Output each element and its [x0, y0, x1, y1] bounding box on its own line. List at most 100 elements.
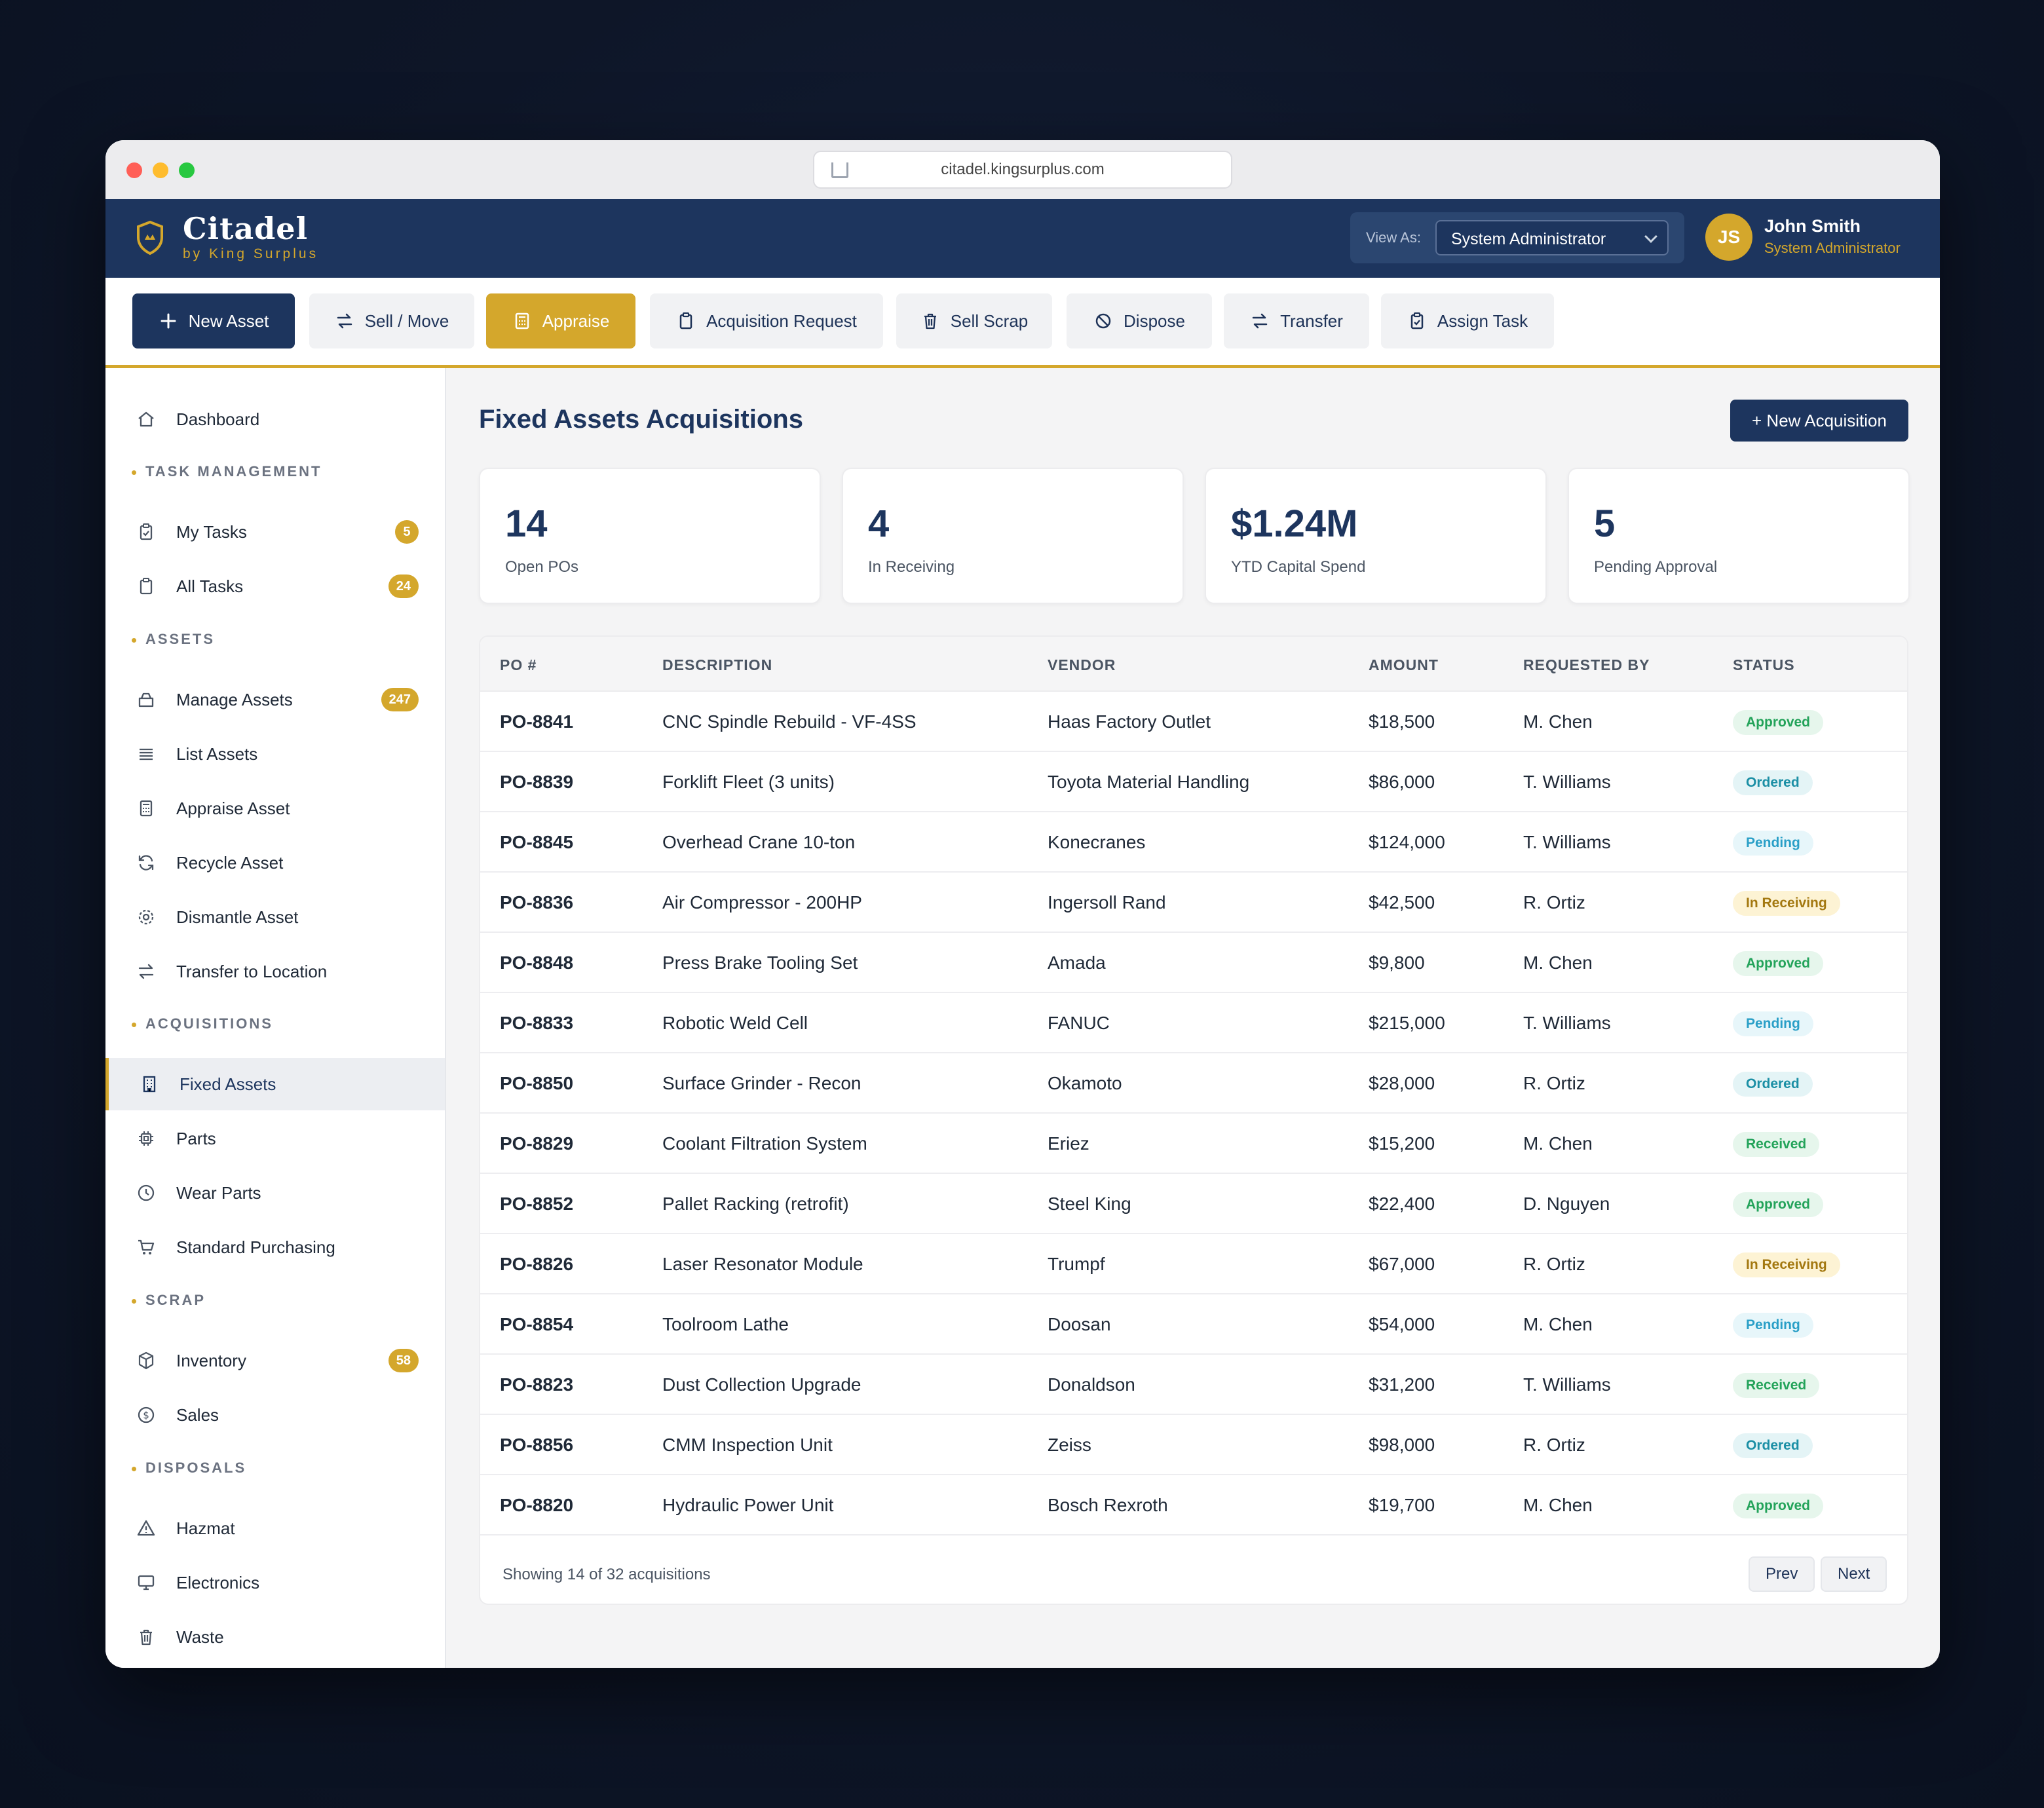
- sell-scrap-button[interactable]: Sell Scrap: [896, 293, 1052, 348]
- clipboard-icon: [140, 578, 153, 595]
- clipboard-check-icon: [140, 523, 153, 540]
- table-row[interactable]: PO-8823 Dust Collection Upgrade Donaldson $…: [480, 1355, 1907, 1415]
- sidebar-item-waste[interactable]: Waste: [105, 1611, 445, 1663]
- po-number[interactable]: PO-8820: [500, 1495, 573, 1516]
- view-as-label: View As:: [1366, 229, 1421, 246]
- po-number[interactable]: PO-8856: [500, 1435, 573, 1456]
- sidebar-item-electronics[interactable]: Electronics: [105, 1556, 445, 1609]
- sidebar-item-my-tasks[interactable]: My Tasks 5: [105, 506, 445, 558]
- po-number[interactable]: PO-8845: [500, 832, 573, 853]
- clock-icon: [138, 1184, 155, 1201]
- table-row[interactable]: PO-8833 Robotic Weld Cell FANUC $215,000 T. …: [480, 993, 1907, 1053]
- table-row[interactable]: PO-8848 Press Brake Tooling Set Amada $9,80…: [480, 933, 1907, 993]
- table-row[interactable]: PO-8829 Coolant Filtration System Eriez $15…: [480, 1114, 1907, 1174]
- table-row[interactable]: PO-8839 Forklift Fleet (3 units) Toyota Ma…: [480, 752, 1907, 812]
- ban-icon: [1095, 313, 1111, 329]
- sidebar-item-label: Fixed Assets: [180, 1074, 276, 1094]
- app-header: Citadel by King Surplus View As: System …: [105, 199, 1940, 278]
- brand-name[interactable]: Citadel: [183, 211, 308, 246]
- prev-page-button[interactable]: Prev: [1749, 1556, 1815, 1592]
- sidebar-item-standard-purchasing[interactable]: Standard Purchasing: [105, 1221, 445, 1273]
- sidebar-item-fixed-assets[interactable]: Fixed Assets: [105, 1058, 445, 1110]
- acquisition-request-button[interactable]: Acquisition Request: [650, 293, 883, 348]
- column-header-vendor[interactable]: VENDOR: [1048, 656, 1116, 674]
- assign-task-button[interactable]: Assign Task: [1381, 293, 1554, 348]
- sidebar-item-list-assets[interactable]: List Assets: [105, 728, 445, 780]
- table-row[interactable]: PO-8854 Toolroom Lathe Doosan $54,000 M. Che…: [480, 1294, 1907, 1355]
- section-scrap: SCRAP: [132, 1292, 206, 1309]
- table-row[interactable]: PO-8850 Surface Grinder - Recon Okamoto $28…: [480, 1053, 1907, 1114]
- po-number[interactable]: PO-8829: [500, 1133, 573, 1154]
- sidebar-item-label: Transfer to Location: [176, 961, 328, 981]
- description-cell: CNC Spindle Rebuild - VF-4SS: [662, 711, 917, 732]
- count-badge: 24: [388, 574, 419, 598]
- sidebar-item-parts[interactable]: Parts: [105, 1112, 445, 1165]
- po-number[interactable]: PO-8833: [500, 1013, 573, 1034]
- amount-cell: $31,200: [1369, 1374, 1435, 1395]
- close-window-button[interactable]: [126, 162, 142, 178]
- dispose-label: Dispose: [1124, 311, 1185, 331]
- new-asset-label: New Asset: [188, 311, 269, 331]
- dispose-button[interactable]: Dispose: [1067, 293, 1212, 348]
- sidebar-item-dismantle-asset[interactable]: Dismantle Asset: [105, 891, 445, 943]
- sidebar-item-label: Wear Parts: [176, 1182, 261, 1203]
- sidebar-item-transfer-to-location[interactable]: Transfer to Location: [105, 945, 445, 998]
- minimize-window-button[interactable]: [153, 162, 168, 178]
- next-page-button[interactable]: Next: [1821, 1556, 1887, 1592]
- sidebar-item-all-tasks[interactable]: All Tasks 24: [105, 560, 445, 612]
- column-header-description[interactable]: DESCRIPTION: [662, 656, 772, 674]
- po-number[interactable]: PO-8841: [500, 711, 573, 732]
- appraise-button[interactable]: Appraise: [486, 293, 635, 348]
- user-avatar[interactable]: JS: [1705, 214, 1752, 261]
- po-number[interactable]: PO-8850: [500, 1073, 573, 1094]
- sidebar-item-dashboard[interactable]: Dashboard: [105, 393, 445, 445]
- status-badge: In Receiving: [1733, 891, 1840, 916]
- description-cell: Dust Collection Upgrade: [662, 1374, 861, 1395]
- sidebar-item-hazmat[interactable]: Hazmat: [105, 1502, 445, 1554]
- view-as-panel: View As: System Administrator: [1350, 212, 1684, 263]
- table-row[interactable]: PO-8856 CMM Inspection Unit Zeiss $98,000 R.…: [480, 1415, 1907, 1475]
- table-row[interactable]: PO-8845 Overhead Crane 10-ton Konecranes $1…: [480, 812, 1907, 873]
- po-number[interactable]: PO-8823: [500, 1374, 573, 1395]
- po-number[interactable]: PO-8848: [500, 952, 573, 973]
- description-cell: Laser Resonator Module: [662, 1254, 863, 1274]
- new-asset-button[interactable]: New Asset: [132, 293, 295, 348]
- transfer-button[interactable]: Transfer: [1224, 293, 1369, 348]
- status-badge: Ordered: [1733, 1433, 1813, 1458]
- vendor-cell: FANUC: [1048, 1013, 1110, 1033]
- amount-cell: $215,000: [1369, 1013, 1445, 1033]
- user-name: John Smith: [1764, 216, 1861, 236]
- stat-value: $1.24M: [1231, 502, 1358, 545]
- column-header-requested-by[interactable]: REQUESTED BY: [1523, 656, 1650, 674]
- column-header-amount[interactable]: AMOUNT: [1369, 656, 1439, 674]
- calculator-icon: [140, 800, 153, 817]
- address-bar[interactable]: citadel.kingsurplus.com: [813, 151, 1232, 189]
- sidebar-item-wear-parts[interactable]: Wear Parts: [105, 1167, 445, 1219]
- new-acquisition-button[interactable]: + New Acquisition: [1730, 400, 1908, 442]
- cube-icon: [138, 1351, 154, 1370]
- sidebar-item-recycle-asset[interactable]: Recycle Asset: [105, 837, 445, 889]
- table-row[interactable]: PO-8826 Laser Resonator Module Trumpf $67,0…: [480, 1234, 1907, 1294]
- po-number[interactable]: PO-8836: [500, 892, 573, 913]
- po-number[interactable]: PO-8826: [500, 1254, 573, 1275]
- table-row[interactable]: PO-8836 Air Compressor - 200HP Ingersoll R…: [480, 873, 1907, 933]
- sidebar-item-sales[interactable]: $ Sales: [105, 1389, 445, 1441]
- page-title: Fixed Assets Acquisitions: [479, 405, 803, 434]
- sidebar-item-inventory[interactable]: Inventory 58: [105, 1334, 445, 1387]
- status-badge: Pending: [1733, 1313, 1813, 1338]
- table-row[interactable]: PO-8841 CNC Spindle Rebuild - VF-4SS Haas …: [480, 692, 1907, 752]
- requested-by-cell: R. Ortiz: [1523, 892, 1585, 913]
- table-row[interactable]: PO-8852 Pallet Racking (retrofit) Steel Ki…: [480, 1174, 1907, 1234]
- po-number[interactable]: PO-8854: [500, 1314, 573, 1335]
- sidebar-item-manage-assets[interactable]: Manage Assets 247: [105, 673, 445, 726]
- sell-move-button[interactable]: Sell / Move: [309, 293, 474, 348]
- table-row[interactable]: PO-8820 Hydraulic Power Unit Bosch Rexroth…: [480, 1475, 1907, 1535]
- sidebar-item-appraise-asset[interactable]: Appraise Asset: [105, 782, 445, 835]
- column-header-status[interactable]: STATUS: [1733, 656, 1795, 674]
- po-number[interactable]: PO-8839: [500, 772, 573, 793]
- column-header-po[interactable]: PO #: [500, 656, 537, 674]
- view-as-select[interactable]: System Administrator: [1435, 220, 1669, 255]
- status-badge: Approved: [1733, 951, 1824, 976]
- po-number[interactable]: PO-8852: [500, 1194, 573, 1215]
- maximize-window-button[interactable]: [179, 162, 195, 178]
